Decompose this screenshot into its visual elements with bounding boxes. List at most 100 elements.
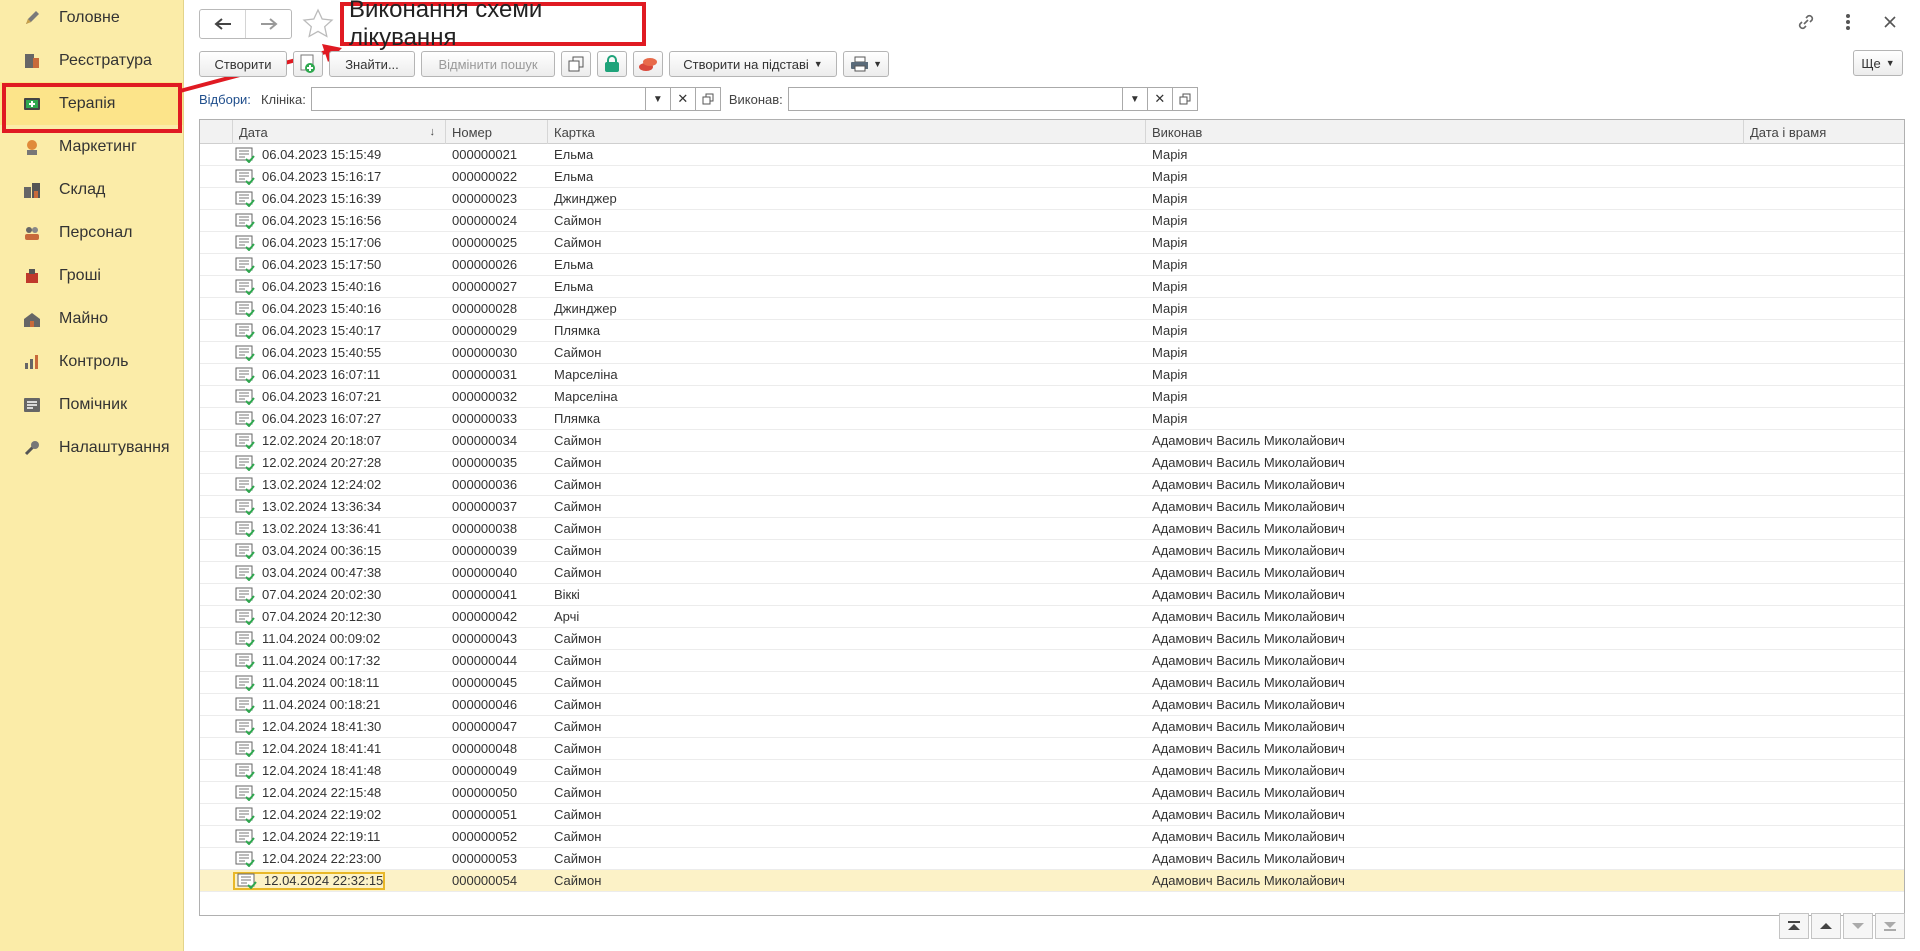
- executed-filter-input[interactable]: [787, 87, 1123, 111]
- datetime-cell: [1744, 474, 1904, 496]
- table-row[interactable]: 03.04.2024 00:36:15 000000039 Саймон Адамов…: [200, 540, 1904, 562]
- print-button[interactable]: ▼: [843, 51, 889, 77]
- table-row[interactable]: 12.02.2024 20:27:28 000000035 Саймон Адамов…: [200, 452, 1904, 474]
- table-row[interactable]: 11.04.2024 00:18:21 000000046 Саймон Адамов…: [200, 694, 1904, 716]
- scroll-down-button[interactable]: [1843, 913, 1873, 939]
- table-row[interactable]: 12.04.2024 22:15:48 000000050 Саймон Адамов…: [200, 782, 1904, 804]
- table-row[interactable]: 06.04.2023 15:40:16 000000028 Джинджер Марі…: [200, 298, 1904, 320]
- scroll-up-button[interactable]: [1811, 913, 1841, 939]
- sidebar-item-register[interactable]: Реєстратура: [0, 39, 183, 82]
- copy-button[interactable]: [561, 51, 591, 77]
- link-icon[interactable]: [1794, 10, 1818, 34]
- status-cell: [200, 584, 233, 606]
- scroll-bottom-button[interactable]: [1875, 913, 1905, 939]
- sidebar-item-pencil[interactable]: Головне: [0, 0, 183, 39]
- executed-open-button[interactable]: [1172, 87, 1198, 111]
- unpost-button[interactable]: [633, 51, 663, 77]
- column-header-datetime[interactable]: Дата і врамя: [1744, 120, 1904, 144]
- status-cell: [200, 254, 233, 276]
- date-cell: 06.04.2023 15:17:50: [233, 254, 446, 276]
- table-row[interactable]: 06.04.2023 16:07:11 000000031 Марселіна Мар…: [200, 364, 1904, 386]
- posted-document-icon: [235, 807, 257, 823]
- clinic-dropdown-button[interactable]: ▼: [645, 87, 671, 111]
- status-cell: [200, 738, 233, 760]
- clinic-clear-button[interactable]: ✕: [670, 87, 696, 111]
- create-based-on-button[interactable]: Створити на підставі ▼: [669, 51, 837, 77]
- table-row[interactable]: 07.04.2024 20:12:30 000000042 Арчі Адамович…: [200, 606, 1904, 628]
- table-row[interactable]: 06.04.2023 15:17:06 000000025 Саймон Марія: [200, 232, 1904, 254]
- navigation-group: [199, 9, 292, 39]
- column-header-date[interactable]: Дата ↓: [233, 120, 446, 144]
- favorite-star-icon[interactable]: [302, 8, 334, 43]
- executed-clear-button[interactable]: ✕: [1147, 87, 1173, 111]
- table-row[interactable]: 06.04.2023 15:16:56 000000024 Саймон Марія: [200, 210, 1904, 232]
- sidebar-item-warehouse[interactable]: Склад: [0, 168, 183, 211]
- clinic-filter-input[interactable]: [310, 87, 646, 111]
- date-cell: 13.02.2024 12:24:02: [233, 474, 446, 496]
- column-header-number[interactable]: Номер: [446, 120, 548, 144]
- column-header-executed[interactable]: Виконав: [1146, 120, 1744, 144]
- status-cell: [200, 826, 233, 848]
- table-row[interactable]: 12.02.2024 20:18:07 000000034 Саймон Адамов…: [200, 430, 1904, 452]
- sidebar-item-marketing[interactable]: Маркетинг: [0, 125, 183, 168]
- sidebar-item-chart[interactable]: Контроль: [0, 340, 183, 383]
- executed-cell: Адамович Василь Миколайович: [1152, 587, 1345, 602]
- table-row[interactable]: 06.04.2023 15:40:16 000000027 Ельма Марія: [200, 276, 1904, 298]
- table-row[interactable]: 13.02.2024 13:36:34 000000037 Саймон Адамов…: [200, 496, 1904, 518]
- datetime-cell: [1744, 166, 1904, 188]
- table-row[interactable]: 11.04.2024 00:18:11 000000045 Саймон Адамов…: [200, 672, 1904, 694]
- table-row[interactable]: 11.04.2024 00:17:32 000000044 Саймон Адамов…: [200, 650, 1904, 672]
- sidebar-item-therapy[interactable]: Терапія: [0, 82, 183, 125]
- table-row[interactable]: 06.04.2023 15:16:39 000000023 Джинджер Марі…: [200, 188, 1904, 210]
- cancel-search-button[interactable]: Відмінити пошук: [421, 51, 555, 77]
- table-row[interactable]: 06.04.2023 16:07:27 000000033 Плямка Марія: [200, 408, 1904, 430]
- posted-document-icon: [235, 829, 257, 845]
- sidebar-item-staff[interactable]: Персонал: [0, 211, 183, 254]
- close-icon[interactable]: [1878, 10, 1902, 34]
- clinic-open-button[interactable]: [695, 87, 721, 111]
- forward-button[interactable]: [245, 10, 291, 38]
- executed-cell: Адамович Василь Миколайович: [1152, 697, 1345, 712]
- table-row[interactable]: 03.04.2024 00:47:38 000000040 Саймон Адамов…: [200, 562, 1904, 584]
- column-header-card[interactable]: Картка: [548, 120, 1146, 144]
- back-button[interactable]: [200, 10, 245, 38]
- add-copy-button[interactable]: [293, 51, 323, 77]
- more-vertical-icon[interactable]: [1836, 10, 1860, 34]
- sidebar-item-assistant[interactable]: Помічник: [0, 383, 183, 426]
- table-row[interactable]: 06.04.2023 16:07:21 000000032 Марселіна Мар…: [200, 386, 1904, 408]
- post-button[interactable]: [597, 51, 627, 77]
- datetime-cell: [1744, 342, 1904, 364]
- table-row[interactable]: 12.04.2024 18:41:48 000000049 Саймон Адамов…: [200, 760, 1904, 782]
- table-row[interactable]: 12.04.2024 22:23:00 000000053 Саймон Адамов…: [200, 848, 1904, 870]
- executed-dropdown-button[interactable]: ▼: [1122, 87, 1148, 111]
- table-row[interactable]: 06.04.2023 15:40:17 000000029 Плямка Марія: [200, 320, 1904, 342]
- find-button[interactable]: Знайти...: [329, 51, 415, 77]
- table-row[interactable]: 12.04.2024 22:19:02 000000051 Саймон Адамов…: [200, 804, 1904, 826]
- status-cell: [200, 870, 233, 892]
- table-row[interactable]: 06.04.2023 15:16:17 000000022 Ельма Марія: [200, 166, 1904, 188]
- sidebar-item-wrench[interactable]: Налаштування: [0, 426, 183, 469]
- table-row[interactable]: 06.04.2023 15:17:50 000000026 Ельма Марія: [200, 254, 1904, 276]
- table-row[interactable]: 12.04.2024 22:19:11 000000052 Саймон Адамов…: [200, 826, 1904, 848]
- table-row[interactable]: 11.04.2024 00:09:02 000000043 Саймон Адамов…: [200, 628, 1904, 650]
- sidebar-item-property[interactable]: Майно: [0, 297, 183, 340]
- table-row[interactable]: 12.04.2024 22:32:15 000000054 Саймон Адамов…: [200, 870, 1904, 892]
- number-cell: 000000035: [452, 455, 518, 470]
- table-row[interactable]: 13.02.2024 12:24:02 000000036 Саймон Адамов…: [200, 474, 1904, 496]
- table-row[interactable]: 13.02.2024 13:36:41 000000038 Саймон Адамов…: [200, 518, 1904, 540]
- scroll-top-button[interactable]: [1779, 913, 1809, 939]
- table-row[interactable]: 06.04.2023 15:15:49 000000021 Ельма Марія: [200, 144, 1904, 166]
- table-row[interactable]: 06.04.2023 15:40:55 000000030 Саймон Марія: [200, 342, 1904, 364]
- last-page-icon: [1884, 922, 1896, 931]
- table-row[interactable]: 07.04.2024 20:02:30 000000041 Віккі Адамови…: [200, 584, 1904, 606]
- add-document-icon: [300, 54, 315, 73]
- table-row[interactable]: 12.04.2024 18:41:30 000000047 Саймон Адамов…: [200, 716, 1904, 738]
- sidebar-item-money[interactable]: Гроші: [0, 254, 183, 297]
- create-button[interactable]: Створити: [199, 51, 287, 77]
- table-row[interactable]: 12.04.2024 18:41:41 000000048 Саймон Адамов…: [200, 738, 1904, 760]
- printer-icon: [851, 56, 869, 72]
- date-cell: 13.02.2024 13:36:41: [233, 518, 446, 540]
- more-button[interactable]: Ще ▼: [1853, 50, 1903, 76]
- datetime-cell: [1744, 210, 1904, 232]
- datetime-cell: [1744, 738, 1904, 760]
